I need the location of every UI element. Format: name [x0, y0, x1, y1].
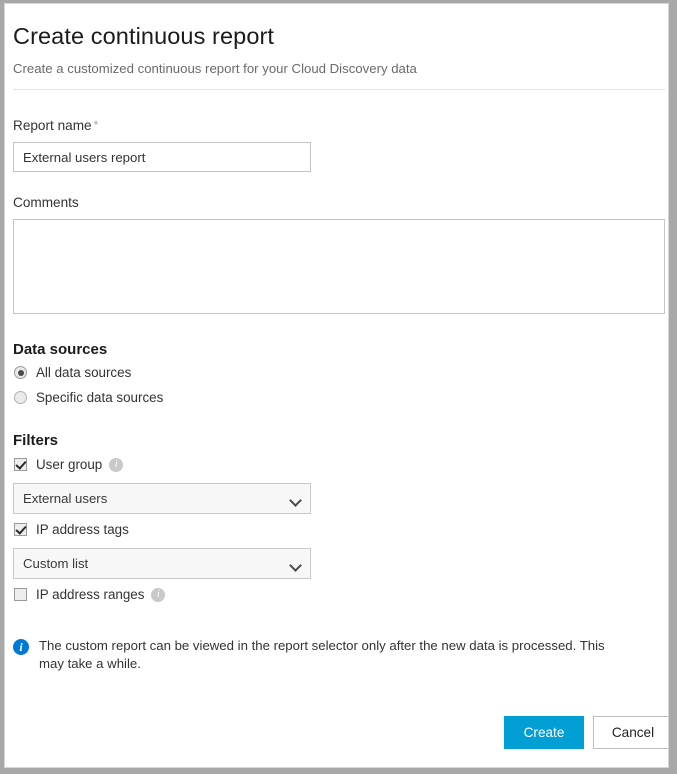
radio-icon-unselected[interactable]	[14, 391, 27, 404]
report-name-label: Report name*	[13, 118, 665, 133]
info-circle-icon[interactable]	[151, 588, 165, 602]
create-report-dialog: Create continuous report Create a custom…	[4, 3, 669, 768]
radio-icon-selected[interactable]	[14, 366, 27, 379]
comments-label: Comments	[13, 195, 665, 210]
dialog-footer: Create Cancel	[13, 716, 669, 749]
user-group-select-value: External users	[23, 491, 107, 506]
info-circle-icon[interactable]	[109, 458, 123, 472]
filters-heading: Filters	[13, 432, 665, 449]
checkbox-ip-address-ranges[interactable]	[14, 588, 27, 601]
checkbox-row-ip-address-tags[interactable]: IP address tags	[13, 519, 665, 540]
checkbox-ip-address-tags[interactable]	[14, 523, 27, 536]
data-sources-heading: Data sources	[13, 341, 665, 358]
checkbox-label-ip-address-tags: IP address tags	[36, 522, 129, 537]
comments-textarea[interactable]	[13, 219, 665, 314]
ip-address-tags-select-value: Custom list	[23, 556, 88, 571]
info-banner-text: The custom report can be viewed in the r…	[39, 637, 614, 673]
radio-specific-data-sources[interactable]: Specific data sources	[13, 387, 665, 408]
radio-all-data-sources[interactable]: All data sources	[13, 362, 665, 383]
ip-address-tags-select[interactable]: Custom list	[13, 548, 311, 579]
page-subtitle: Create a customized continuous report fo…	[13, 50, 665, 76]
page-title: Create continuous report	[13, 4, 665, 50]
checkbox-label-ip-address-ranges: IP address ranges	[36, 587, 144, 602]
checkbox-row-user-group[interactable]: User group	[13, 454, 665, 475]
required-marker: *	[94, 118, 99, 132]
report-name-label-text: Report name	[13, 118, 92, 133]
info-banner: The custom report can be viewed in the r…	[13, 637, 653, 673]
radio-label-specific-data-sources: Specific data sources	[36, 390, 163, 405]
report-name-input[interactable]	[13, 142, 311, 172]
radio-label-all-data-sources: All data sources	[36, 365, 131, 380]
cancel-button[interactable]: Cancel	[593, 716, 669, 749]
create-button[interactable]: Create	[504, 716, 584, 749]
user-group-select[interactable]: External users	[13, 483, 311, 514]
checkbox-row-ip-address-ranges[interactable]: IP address ranges	[13, 584, 665, 605]
chevron-down-icon[interactable]	[291, 496, 299, 504]
header-divider	[13, 89, 665, 90]
info-circle-icon	[13, 639, 29, 655]
checkbox-label-user-group: User group	[36, 457, 102, 472]
checkbox-user-group[interactable]	[14, 458, 27, 471]
chevron-down-icon[interactable]	[291, 561, 299, 569]
